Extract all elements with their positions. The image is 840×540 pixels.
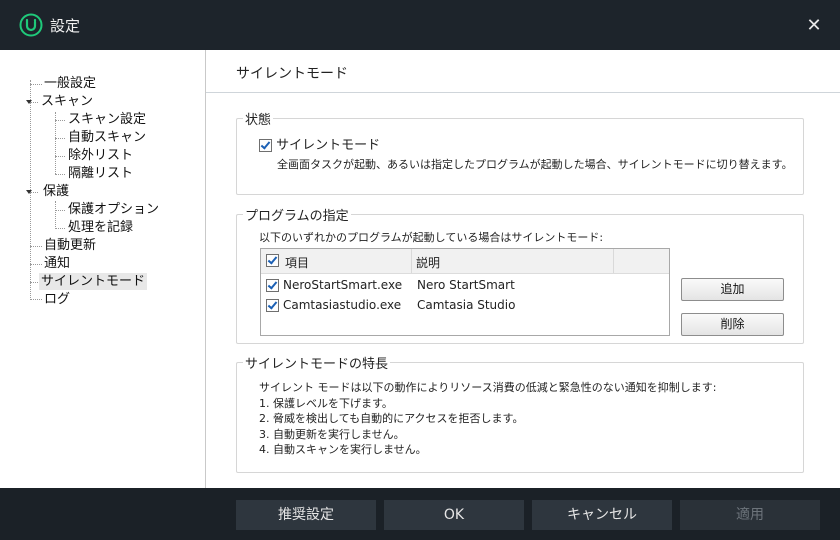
silent-mode-checkbox[interactable]: サイレントモード (259, 134, 380, 153)
program-list[interactable]: 項目 説明 NeroStartSmart.exe Nero StartSmart… (260, 248, 670, 336)
features-group-label: サイレントモードの特長 (243, 353, 391, 372)
row-program-description: Camtasia Studio (417, 298, 516, 312)
row-checkbox[interactable] (266, 299, 279, 312)
features-line: 4. 自動スキャンを実行しません。 (259, 443, 427, 456)
window-title: 設定 (50, 17, 81, 35)
collapse-toggle-icon[interactable] (26, 100, 32, 104)
page-title: サイレントモード (236, 66, 348, 82)
programs-intro: 以下のいずれかのプログラムが起動している場合はサイレントモード: (259, 231, 604, 244)
column-header-description[interactable]: 説明 (416, 254, 440, 271)
sidebar-item-action-log[interactable]: 処理を記録 (66, 219, 135, 236)
sidebar-item-notifications[interactable]: 通知 (42, 255, 72, 272)
apply-button: 適用 (680, 500, 820, 530)
collapse-toggle-icon[interactable] (26, 190, 32, 194)
features-line: 1. 保護レベルを下げます。 (259, 397, 393, 410)
ok-button[interactable]: OK (384, 500, 524, 530)
select-all-checkbox[interactable] (266, 254, 279, 267)
sidebar-item-log[interactable]: ログ (42, 291, 72, 308)
close-icon: ✕ (806, 15, 822, 36)
programs-group-label: プログラムの指定 (243, 205, 351, 224)
app-logo-icon (19, 13, 43, 37)
row-checkbox[interactable] (266, 279, 279, 292)
row-program-name: Camtasiastudio.exe (283, 298, 402, 312)
sidebar-item-silent-mode[interactable]: サイレントモード (39, 273, 148, 290)
row-program-description: Nero StartSmart (417, 278, 515, 292)
checkbox-checked-icon[interactable] (259, 139, 272, 152)
cancel-button[interactable]: キャンセル (532, 500, 672, 530)
title-bar: 設定 ✕ (0, 0, 840, 50)
features-line: 2. 脅威を検出しても自動的にアクセスを拒否します。 (259, 412, 524, 425)
features-line: 3. 自動更新を実行しません。 (259, 428, 405, 441)
status-group-label: 状態 (243, 109, 274, 128)
sidebar-item-auto-update[interactable]: 自動更新 (42, 237, 98, 254)
sidebar-item-exclusions[interactable]: 除外リスト (66, 147, 135, 164)
sidebar-item-general[interactable]: 一般設定 (42, 75, 98, 92)
close-button[interactable]: ✕ (804, 16, 824, 36)
silent-mode-checkbox-label: サイレントモード (276, 138, 381, 153)
title-divider (206, 92, 840, 93)
sidebar-item-protection-options[interactable]: 保護オプション (66, 201, 161, 218)
features-group: サイレントモードの特長 サイレント モードは以下の動作によりリソース消費の低減と… (236, 353, 804, 473)
footer-bar: 推奨設定 OK キャンセル 適用 (0, 488, 840, 540)
row-program-name: NeroStartSmart.exe (283, 278, 403, 292)
client-area: 一般設定 スキャン スキャン設定 自動スキャン 除外リスト 隔離リスト 保護 保… (0, 50, 840, 488)
features-line: サイレント モードは以下の動作によりリソース消費の低減と緊急性のない通知を抑制し… (259, 381, 717, 394)
content-pane: サイレントモード 状態 サイレントモード 全画面タスクが起動、あるいは指定したプ… (206, 50, 840, 488)
column-header-item[interactable]: 項目 (285, 254, 309, 271)
sidebar-item-protection[interactable]: 保護 (41, 183, 71, 200)
status-description: 全画面タスクが起動、あるいは指定したプログラムが起動した場合、サイレントモードに… (277, 158, 793, 171)
sidebar-item-scan-settings[interactable]: スキャン設定 (66, 111, 148, 128)
programs-group: プログラムの指定 以下のいずれかのプログラムが起動している場合はサイレントモード… (236, 205, 804, 344)
table-row[interactable]: NeroStartSmart.exe Nero StartSmart (266, 278, 664, 296)
sidebar-item-auto-scan[interactable]: 自動スキャン (66, 129, 148, 146)
recommended-settings-button[interactable]: 推奨設定 (236, 500, 376, 530)
table-row[interactable]: Camtasiastudio.exe Camtasia Studio (266, 298, 664, 316)
sidebar: 一般設定 スキャン スキャン設定 自動スキャン 除外リスト 隔離リスト 保護 保… (0, 50, 206, 488)
add-button[interactable]: 追加 (681, 278, 784, 301)
sidebar-item-scan[interactable]: スキャン (39, 93, 95, 110)
delete-button[interactable]: 削除 (681, 313, 784, 336)
sidebar-item-quarantine[interactable]: 隔離リスト (66, 165, 135, 182)
status-group: 状態 サイレントモード 全画面タスクが起動、あるいは指定したプログラムが起動した… (236, 109, 804, 195)
list-header: 項目 説明 (261, 249, 669, 274)
